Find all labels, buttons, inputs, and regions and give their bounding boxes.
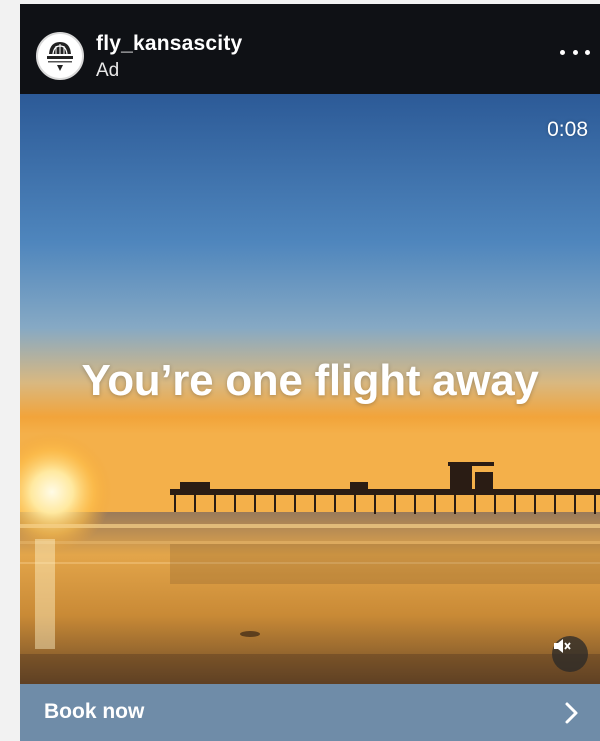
more-dot [585,49,590,55]
speaker-muted-icon [554,639,571,653]
more-options-button[interactable] [560,40,590,64]
mute-button[interactable] [552,636,588,672]
ad-post: fly_kansascity Ad 0:08 You’re one flight… [20,4,600,741]
chevron-right-icon [565,702,578,724]
ad-headline: You’re one flight away [81,356,539,405]
account-name[interactable]: fly_kansascity [96,32,242,56]
more-dot [572,49,578,55]
more-dot [560,49,565,55]
post-header: fly_kansascity Ad [20,4,600,94]
video-timer: 0:08 [547,118,588,141]
sponsored-label: Ad [96,60,120,81]
cta-label: Book now [44,700,145,723]
video-media[interactable]: 0:08 You’re one flight away [20,94,600,684]
book-now-button[interactable]: Book now [20,684,600,741]
kansas-city-airport-logo-icon[interactable] [36,32,84,80]
